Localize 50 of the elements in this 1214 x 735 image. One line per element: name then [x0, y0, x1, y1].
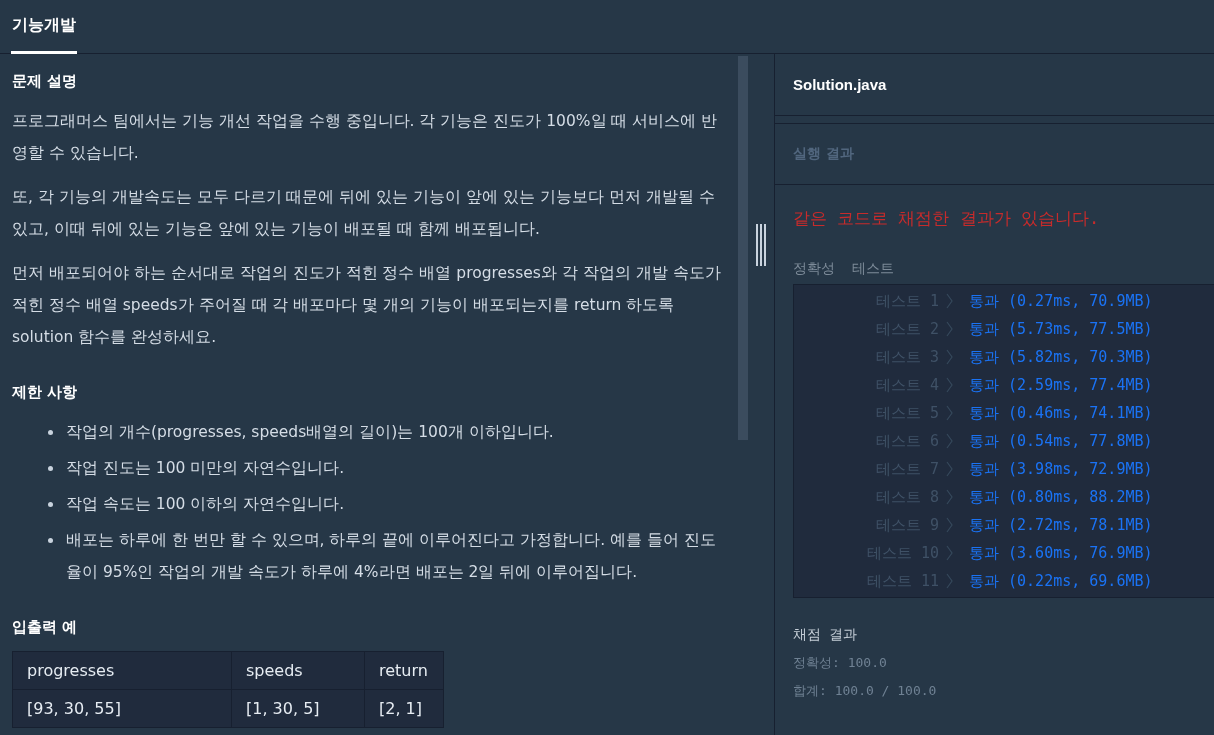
test-result: 통과 (0.54ms, 77.8MB)	[968, 431, 1154, 451]
list-item-text: 작업 진도는 100 미만의 자연수입니다.	[66, 458, 346, 479]
table-cell: [93, 30, 55]	[12, 689, 232, 728]
chevron-icon	[945, 489, 953, 505]
test-result: 통과 (2.59ms, 77.4MB)	[968, 375, 1154, 395]
chevron-icon	[945, 517, 953, 533]
group-title: 정확성 테스트	[793, 260, 895, 278]
column-header: speeds	[231, 651, 365, 690]
list-item-text: 작업 속도는 100 이하의 자연수입니다.	[66, 494, 346, 515]
column-header: return	[364, 651, 444, 690]
chevron-icon	[945, 405, 953, 421]
chevron-icon	[945, 377, 953, 393]
test-result: 통과 (5.82ms, 70.3MB)	[968, 347, 1154, 367]
test-result: 통과 (0.27ms, 70.9MB)	[968, 291, 1154, 311]
test-result: 통과 (0.22ms, 69.6MB)	[968, 571, 1154, 591]
problem-tab[interactable]: 기능개발	[11, 0, 77, 54]
bullet-icon	[48, 502, 53, 507]
test-result: 통과 (0.80ms, 88.2MB)	[968, 487, 1154, 507]
test-result: 통과 (5.73ms, 77.5MB)	[968, 319, 1154, 339]
chevron-icon	[945, 293, 953, 309]
chevron-icon	[945, 321, 953, 337]
table-cell: [1, 30, 5]	[231, 689, 365, 728]
paragraph: 또, 각 기능의 개발속도는 모두 다르기 때문에 뒤에 있는 기능이 앞에 있는 기능보다 먼저 개발될 수 있고, 이때 뒤에 있는 기능은 앞에 있는 기능이 배포될 때 함께 배포됩니다.	[12, 187, 716, 240]
score-text: 합계: 100.0 / 100.0	[793, 682, 938, 700]
section-heading: 제한 사항	[12, 383, 79, 402]
test-result: 통과 (3.98ms, 72.9MB)	[968, 459, 1154, 479]
bullet-icon	[48, 430, 53, 435]
section-heading: 입출력 예	[12, 618, 79, 637]
section-heading: 문제 설명	[12, 72, 79, 91]
chevron-icon	[945, 573, 953, 589]
bullet-icon	[48, 466, 53, 471]
chevron-icon	[945, 461, 953, 477]
file-name: Solution.java	[793, 76, 887, 93]
chevron-icon	[945, 349, 953, 365]
test-result: 통과 (3.60ms, 76.9MB)	[968, 543, 1154, 563]
chevron-icon	[945, 433, 953, 449]
list-item-text: 배포는 하루에 한 번만 할 수 있으며, 하루의 끝에 이루어진다고 가정합니다. 예를 들어 진도율이 95%인 작업의 개발 속도가 하루에 4%라면 배포는 2일 뒤에 이루어집니다.	[66, 530, 717, 583]
paragraph: 먼저 배포되어야 하는 순서대로 작업의 진도가 적힌 정수 배열 progresses와 각 작업의 개발 속도가 적힌 정수 배열 speeds가 주어질 때 각 배포마다 몇 개의 기능이 배포되는지를 return 하도록 solution 함수를 완성하세요.	[12, 263, 722, 348]
resize-handle-icon[interactable]	[755, 223, 767, 266]
score-title: 채점 결과	[793, 626, 859, 644]
score-text: 정확성: 100.0	[793, 654, 888, 672]
paragraph: 프로그래머스 팀에서는 기능 개선 작업을 수행 중입니다. 각 기능은 진도가 100%일 때 서비스에 반영할 수 있습니다.	[12, 111, 719, 164]
error-message: 같은 코드로 채점한 결과가 있습니다.	[793, 207, 1101, 230]
column-header: progresses	[12, 651, 232, 690]
test-result: 통과 (0.46ms, 74.1MB)	[968, 403, 1154, 423]
chevron-icon	[945, 545, 953, 561]
table-cell: [2, 1]	[364, 689, 444, 728]
bullet-icon	[48, 538, 53, 543]
test-result: 통과 (2.72ms, 78.1MB)	[968, 515, 1154, 535]
list-item-text: 작업의 개수(progresses, speeds배열의 길이)는 100개 이하입니다.	[66, 422, 555, 443]
